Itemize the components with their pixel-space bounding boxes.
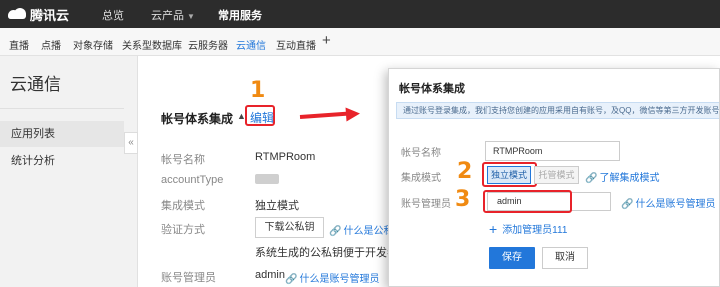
mode-independent-button[interactable]: 独立模式 <box>487 166 531 184</box>
what-is-admin-text: 什么是账号管理员 <box>299 274 380 285</box>
admin-label: 账号管理员 <box>161 272 216 284</box>
link-icon: 🔗 <box>585 173 598 184</box>
account-name-input[interactable]: RTMPRoom <box>485 141 620 161</box>
subnav-item-rdb[interactable]: 关系型数据库 <box>122 37 182 52</box>
logo[interactable]: 腾讯云 <box>8 5 70 23</box>
annotation-number-3: 3 <box>455 187 471 212</box>
annotation-arrow-head <box>345 106 361 122</box>
add-admin-link[interactable]: + 添加管理员111 <box>489 221 567 237</box>
chevron-down-icon: ▼ <box>187 12 195 21</box>
dialog-notice: 通过账号登录集成，我们支持您创建的应用采用自有账号，及QQ，微信等第三方开发账号 <box>396 102 719 119</box>
download-key-button[interactable]: 下载公私钥 <box>255 217 324 238</box>
account-name-value: RTMPRoom <box>255 151 316 163</box>
plus-icon: + <box>489 221 498 237</box>
subnav-item-im[interactable]: 云通信 <box>236 37 266 52</box>
topnav-products-label: 云产品 <box>151 10 184 22</box>
annotation-highlight-admin <box>483 190 572 213</box>
dialog-title: 帐号体系集成 <box>399 83 465 95</box>
logo-text: 腾讯云 <box>30 7 70 23</box>
add-icon[interactable]: + <box>322 32 331 49</box>
dialog-mode-label: 集成模式 <box>401 173 441 184</box>
sidebar-item-statistics[interactable]: 统计分析 <box>0 148 124 174</box>
link-icon: 🔗 <box>621 199 634 210</box>
annotation-number-2: 2 <box>457 159 473 184</box>
mode-hosted-button[interactable]: 托管模式 <box>534 166 579 184</box>
link-icon: 🔗 <box>329 226 342 237</box>
page: 腾讯云 总览 云产品 ▼ 常用服务 直播 点播 对象存储 关系型数据库 云服务器 … <box>0 0 720 287</box>
account-type-value-redacted <box>255 174 279 184</box>
key-description: 系统生成的公私钥便于开发者 <box>255 247 398 259</box>
subnav-item-vod[interactable]: 点播 <box>41 37 61 52</box>
subnav-item-ilvb[interactable]: 互动直播 <box>276 37 316 52</box>
dialog-what-is-admin-link[interactable]: 🔗 什么是账号管理员 <box>621 195 715 210</box>
collapse-sidebar-button[interactable]: « <box>124 132 138 154</box>
edit-link[interactable]: 编辑 <box>250 109 274 126</box>
what-is-admin-link[interactable]: 🔗 什么是账号管理员 <box>285 270 379 285</box>
top-bar: 腾讯云 总览 云产品 ▼ 常用服务 <box>0 0 720 28</box>
admin-value: admin <box>255 269 285 281</box>
cloud-icon <box>8 8 26 20</box>
topnav-products[interactable]: 云产品 ▼ <box>151 7 195 23</box>
annotation-number-1: 1 <box>250 78 266 103</box>
account-integration-dialog: 帐号体系集成 通过账号登录集成，我们支持您创建的应用采用自有账号，及QQ，微信等… <box>388 68 720 287</box>
learn-mode-link[interactable]: 🔗 了解集成模式 <box>585 169 659 184</box>
sidebar-item-app-list[interactable]: 应用列表 <box>0 121 124 147</box>
learn-mode-text: 了解集成模式 <box>599 173 660 184</box>
integration-mode-value: 独立模式 <box>255 200 299 212</box>
subnav-item-cvm[interactable]: 云服务器 <box>188 37 228 52</box>
sidebar: 云通信 应用列表 统计分析 « <box>0 56 138 287</box>
add-admin-text: 添加管理员111 <box>502 225 568 236</box>
dialog-account-name-label: 帐号名称 <box>401 148 441 159</box>
subnav-item-live[interactable]: 直播 <box>9 37 29 52</box>
sidebar-divider <box>0 108 124 109</box>
sub-nav: 直播 点播 对象存储 关系型数据库 云服务器 云通信 互动直播 + <box>0 28 720 56</box>
subnav-item-cos[interactable]: 对象存储 <box>73 37 113 52</box>
sidebar-title: 云通信 <box>10 75 61 94</box>
integration-mode-label: 集成模式 <box>161 200 205 212</box>
verify-method-label: 验证方式 <box>161 224 205 236</box>
dialog-what-is-admin-text: 什么是账号管理员 <box>635 199 716 210</box>
link-icon: 🔗 <box>285 274 298 285</box>
account-name-label: 帐号名称 <box>161 154 205 166</box>
cancel-button[interactable]: 取消 <box>542 247 588 269</box>
section-title: 帐号体系集成 <box>161 112 234 126</box>
dialog-admin-label: 账号管理员 <box>401 199 451 210</box>
topnav-overview[interactable]: 总览 <box>102 7 124 23</box>
account-type-label: accountType <box>161 174 224 186</box>
topnav-common-services[interactable]: 常用服务 <box>218 7 262 23</box>
save-button[interactable]: 保存 <box>489 247 535 269</box>
